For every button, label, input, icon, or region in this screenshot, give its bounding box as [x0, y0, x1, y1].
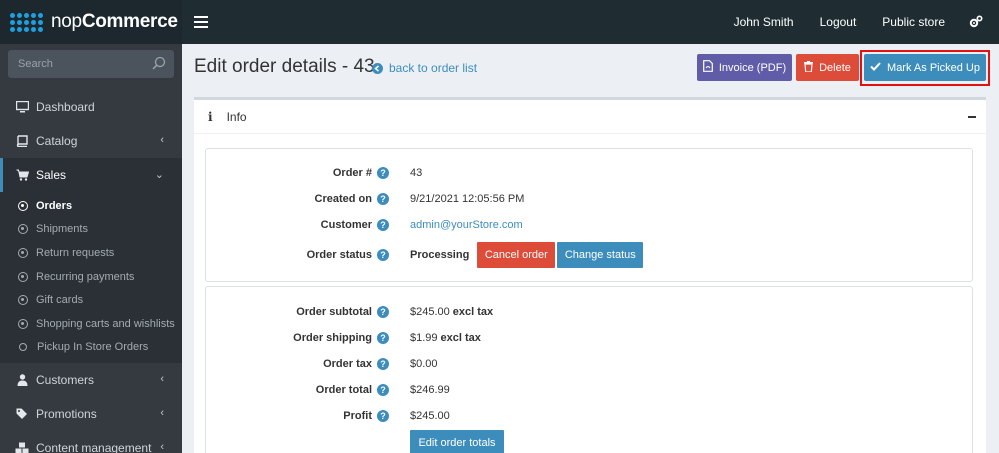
public-store-link[interactable]: Public store [882, 15, 945, 29]
file-pdf-icon [702, 60, 713, 75]
sidebar-subitem-orders[interactable]: Orders [0, 194, 182, 218]
arrow-circle-left-icon [372, 62, 383, 74]
info-card-header[interactable]: i Info [194, 100, 986, 134]
edit-totals-row: Edit order totals [206, 430, 974, 453]
order-total-row: Order total ? $246.99 [315, 384, 450, 396]
question-icon[interactable]: ? [377, 193, 389, 205]
order-shipping-row: Order shipping ? $1.99 excl tax [293, 332, 481, 344]
order-number-row: Order # ? 43 [332, 167, 423, 179]
profit-row: Profit ? $245.00 [343, 410, 450, 422]
question-icon[interactable]: ? [377, 410, 389, 422]
circle-icon [19, 343, 27, 352]
circle-dot-icon [18, 318, 28, 329]
user-name-link[interactable]: John Smith [734, 15, 794, 29]
order-status-row: Order status ? Processing Cancel order C… [206, 241, 974, 269]
cart-icon [14, 169, 30, 181]
tags-icon [14, 408, 30, 420]
sidebar-subitem-pickup-orders[interactable]: Pickup In Store Orders [0, 336, 182, 360]
order-totals-panel: Order subtotal ? $245.00 excl tax Order s… [205, 286, 973, 453]
sidebar-item-catalog[interactable]: Catalog ‹ [0, 124, 182, 158]
chevron-left-icon: ‹ [160, 134, 164, 146]
sidebar-subitem-recurring-payments[interactable]: Recurring payments [0, 265, 182, 289]
sidebar-item-label: Promotions [36, 407, 97, 422]
sidebar-item-dashboard[interactable]: Dashboard [0, 90, 182, 124]
sidebar-item-promotions[interactable]: Promotions ‹ [0, 397, 182, 431]
sidebar-subitem-gift-cards[interactable]: Gift cards [0, 288, 182, 312]
logo-icon [10, 12, 43, 32]
back-to-order-list-link[interactable]: back to order list [372, 61, 477, 75]
gears-icon[interactable] [969, 15, 983, 29]
top-nav: John Smith Logout Public store [708, 0, 999, 44]
question-icon[interactable]: ? [377, 332, 389, 344]
edit-order-totals-button[interactable]: Edit order totals [410, 430, 504, 453]
sidebar-item-label: Catalog [36, 134, 78, 148]
logout-link[interactable]: Logout [820, 15, 857, 29]
monitor-icon [14, 101, 30, 113]
logo-text: nopCommerce [51, 11, 178, 32]
search-icon[interactable] [152, 56, 166, 70]
sidebar-item-label: Dashboard [36, 100, 95, 114]
highlight-box [860, 50, 990, 86]
invoice-pdf-button[interactable]: Invoice (PDF) [697, 54, 792, 81]
top-header: nopCommerce John Smith Logout Public sto… [0, 0, 999, 44]
order-status-value: Processing [410, 249, 470, 261]
circle-dot-icon [18, 295, 28, 306]
order-info-panel: Order # ? 43 Created on ? 9/21/2021 12:0… [205, 148, 973, 282]
question-icon[interactable]: ? [377, 219, 389, 231]
main-content: Edit order details - 43 back to order li… [182, 44, 999, 453]
circle-dot-icon [18, 247, 28, 258]
sidebar-search [8, 50, 174, 78]
order-subtotal-row: Order subtotal ? $245.00 excl tax [296, 306, 494, 318]
sidebar: Dashboard Catalog ‹ Sales ⌄ Orders Shipm… [0, 44, 182, 453]
search-input[interactable] [18, 58, 138, 70]
chevron-left-icon: ‹ [160, 407, 164, 420]
sidebar-item-customers[interactable]: Customers ‹ [0, 363, 182, 397]
sales-submenu: Orders Shipments Return requests Recurri… [0, 192, 182, 364]
trash-icon [804, 60, 814, 75]
sidebar-subitem-return-requests[interactable]: Return requests [0, 241, 182, 265]
customer-row: Customer ? admin@yourStore.com [320, 219, 523, 231]
question-icon[interactable]: ? [377, 306, 389, 318]
sidebar-item-content-management[interactable]: Content management ‹ [0, 431, 182, 453]
logo[interactable]: nopCommerce [0, 0, 182, 44]
question-icon[interactable]: ? [377, 358, 389, 370]
question-icon[interactable]: ? [377, 384, 389, 396]
circle-dot-icon [18, 200, 28, 211]
order-tax-row: Order tax ? $0.00 [323, 358, 438, 370]
sidebar-item-label: Customers [36, 373, 95, 388]
cancel-order-button[interactable]: Cancel order [477, 242, 556, 268]
change-status-button[interactable]: Change status [557, 242, 644, 268]
collapse-minus-icon[interactable] [968, 116, 976, 118]
sidebar-item-sales[interactable]: Sales ⌄ [0, 158, 182, 192]
delete-button[interactable]: Delete [796, 54, 859, 81]
sidebar-item-label: Sales [36, 168, 67, 182]
info-icon: i [208, 109, 213, 124]
sidebar-subitem-shipments[interactable]: Shipments [0, 218, 182, 242]
cubes-icon [14, 442, 30, 453]
created-on-row: Created on ? 9/21/2021 12:05:56 PM [314, 193, 525, 205]
circle-dot-icon [18, 271, 28, 282]
page-title: Edit order details - 43 [194, 56, 375, 77]
question-icon[interactable]: ? [377, 249, 389, 261]
customer-email-link[interactable]: admin@yourStore.com [410, 219, 523, 231]
sidebar-nav: Dashboard Catalog ‹ Sales ⌄ Orders Shipm… [0, 90, 182, 453]
info-card: i Info Order # ? 43 Created on ? 9/21/20… [194, 97, 986, 453]
chevron-down-icon: ⌄ [154, 169, 164, 181]
user-icon [14, 374, 30, 387]
sidebar-item-label: Content management [36, 441, 152, 453]
question-icon[interactable]: ? [377, 167, 389, 179]
chevron-left-icon: ‹ [160, 441, 164, 453]
circle-dot-icon [18, 224, 28, 235]
book-icon [14, 135, 30, 147]
chevron-left-icon: ‹ [160, 373, 164, 386]
hamburger-menu-icon[interactable] [194, 16, 208, 28]
sidebar-subitem-shopping-carts[interactable]: Shopping carts and wishlists [0, 312, 182, 336]
